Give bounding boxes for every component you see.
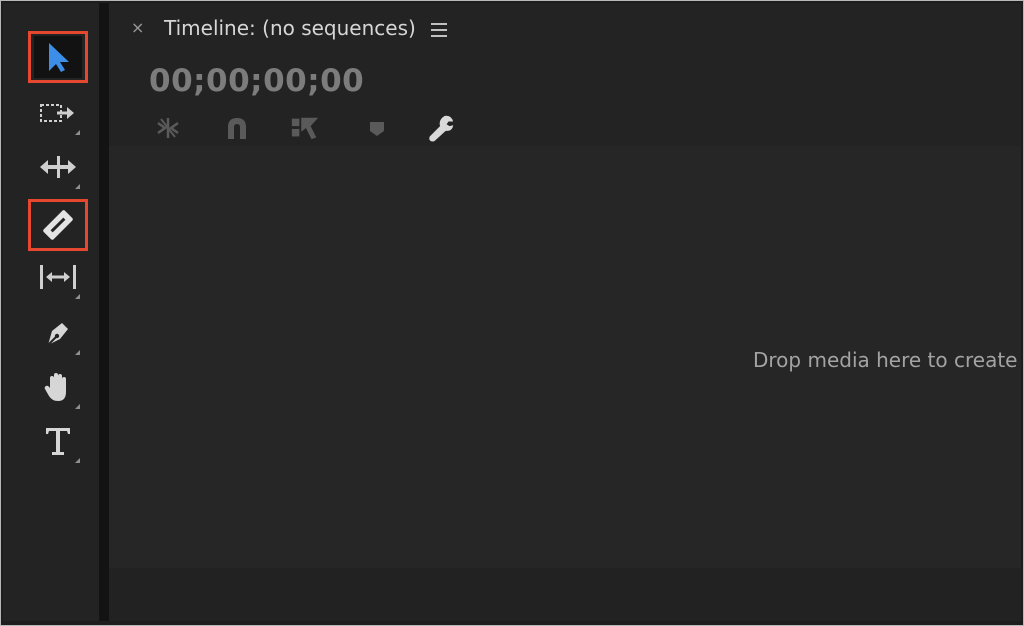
timeline-panel: × Timeline: (no sequences) 00;00;00;00 D… <box>109 3 1024 621</box>
flyout-indicator <box>75 350 80 355</box>
flyout-indicator <box>75 294 80 299</box>
tools-panel <box>3 3 99 621</box>
hand-icon <box>44 373 66 401</box>
ripple-edit-tool[interactable] <box>28 141 88 193</box>
arrow-cursor-icon <box>49 43 69 72</box>
type-tool[interactable] <box>28 415 88 467</box>
panel-divider[interactable] <box>99 3 109 621</box>
flyout-indicator <box>75 130 80 135</box>
linked-selection-icon <box>291 117 319 140</box>
razor-blade-icon <box>43 210 73 240</box>
track-select-forward-icon <box>40 104 74 122</box>
flyout-indicator <box>75 184 80 189</box>
nest-icon <box>157 118 179 138</box>
pen-tool[interactable] <box>28 307 88 359</box>
wrench-icon <box>429 115 454 142</box>
ripple-edit-icon <box>40 156 76 178</box>
razor-tool[interactable] <box>28 199 88 251</box>
panel-title[interactable]: Timeline: (no sequences) <box>164 16 416 40</box>
hand-tool[interactable] <box>28 361 88 413</box>
flyout-indicator <box>75 458 80 463</box>
type-icon <box>46 428 70 455</box>
slip-tool[interactable] <box>28 251 88 303</box>
snap-toggle[interactable] <box>222 113 252 143</box>
premiere-window: × Timeline: (no sequences) 00;00;00;00 D… <box>0 0 1024 626</box>
timeline-footer <box>109 568 1021 621</box>
selection-tool[interactable] <box>28 31 88 83</box>
slip-icon <box>40 265 76 289</box>
timecode-display[interactable]: 00;00;00;00 <box>149 63 364 99</box>
magnet-icon <box>228 118 246 139</box>
pen-icon <box>47 323 68 346</box>
timeline-settings-button[interactable] <box>426 113 456 143</box>
timeline-header: × Timeline: (no sequences) <box>109 3 1021 55</box>
add-marker-button[interactable] <box>362 113 392 143</box>
flyout-indicator <box>75 404 80 409</box>
insert-nest-toggle[interactable] <box>153 113 183 143</box>
drop-media-hint: Drop media here to create s <box>753 348 1024 372</box>
linked-selection-toggle[interactable] <box>290 113 320 143</box>
track-select-forward-tool[interactable] <box>28 87 88 139</box>
panel-menu-icon[interactable] <box>431 23 447 37</box>
marker-icon <box>370 122 384 136</box>
close-panel-button[interactable]: × <box>131 20 144 36</box>
